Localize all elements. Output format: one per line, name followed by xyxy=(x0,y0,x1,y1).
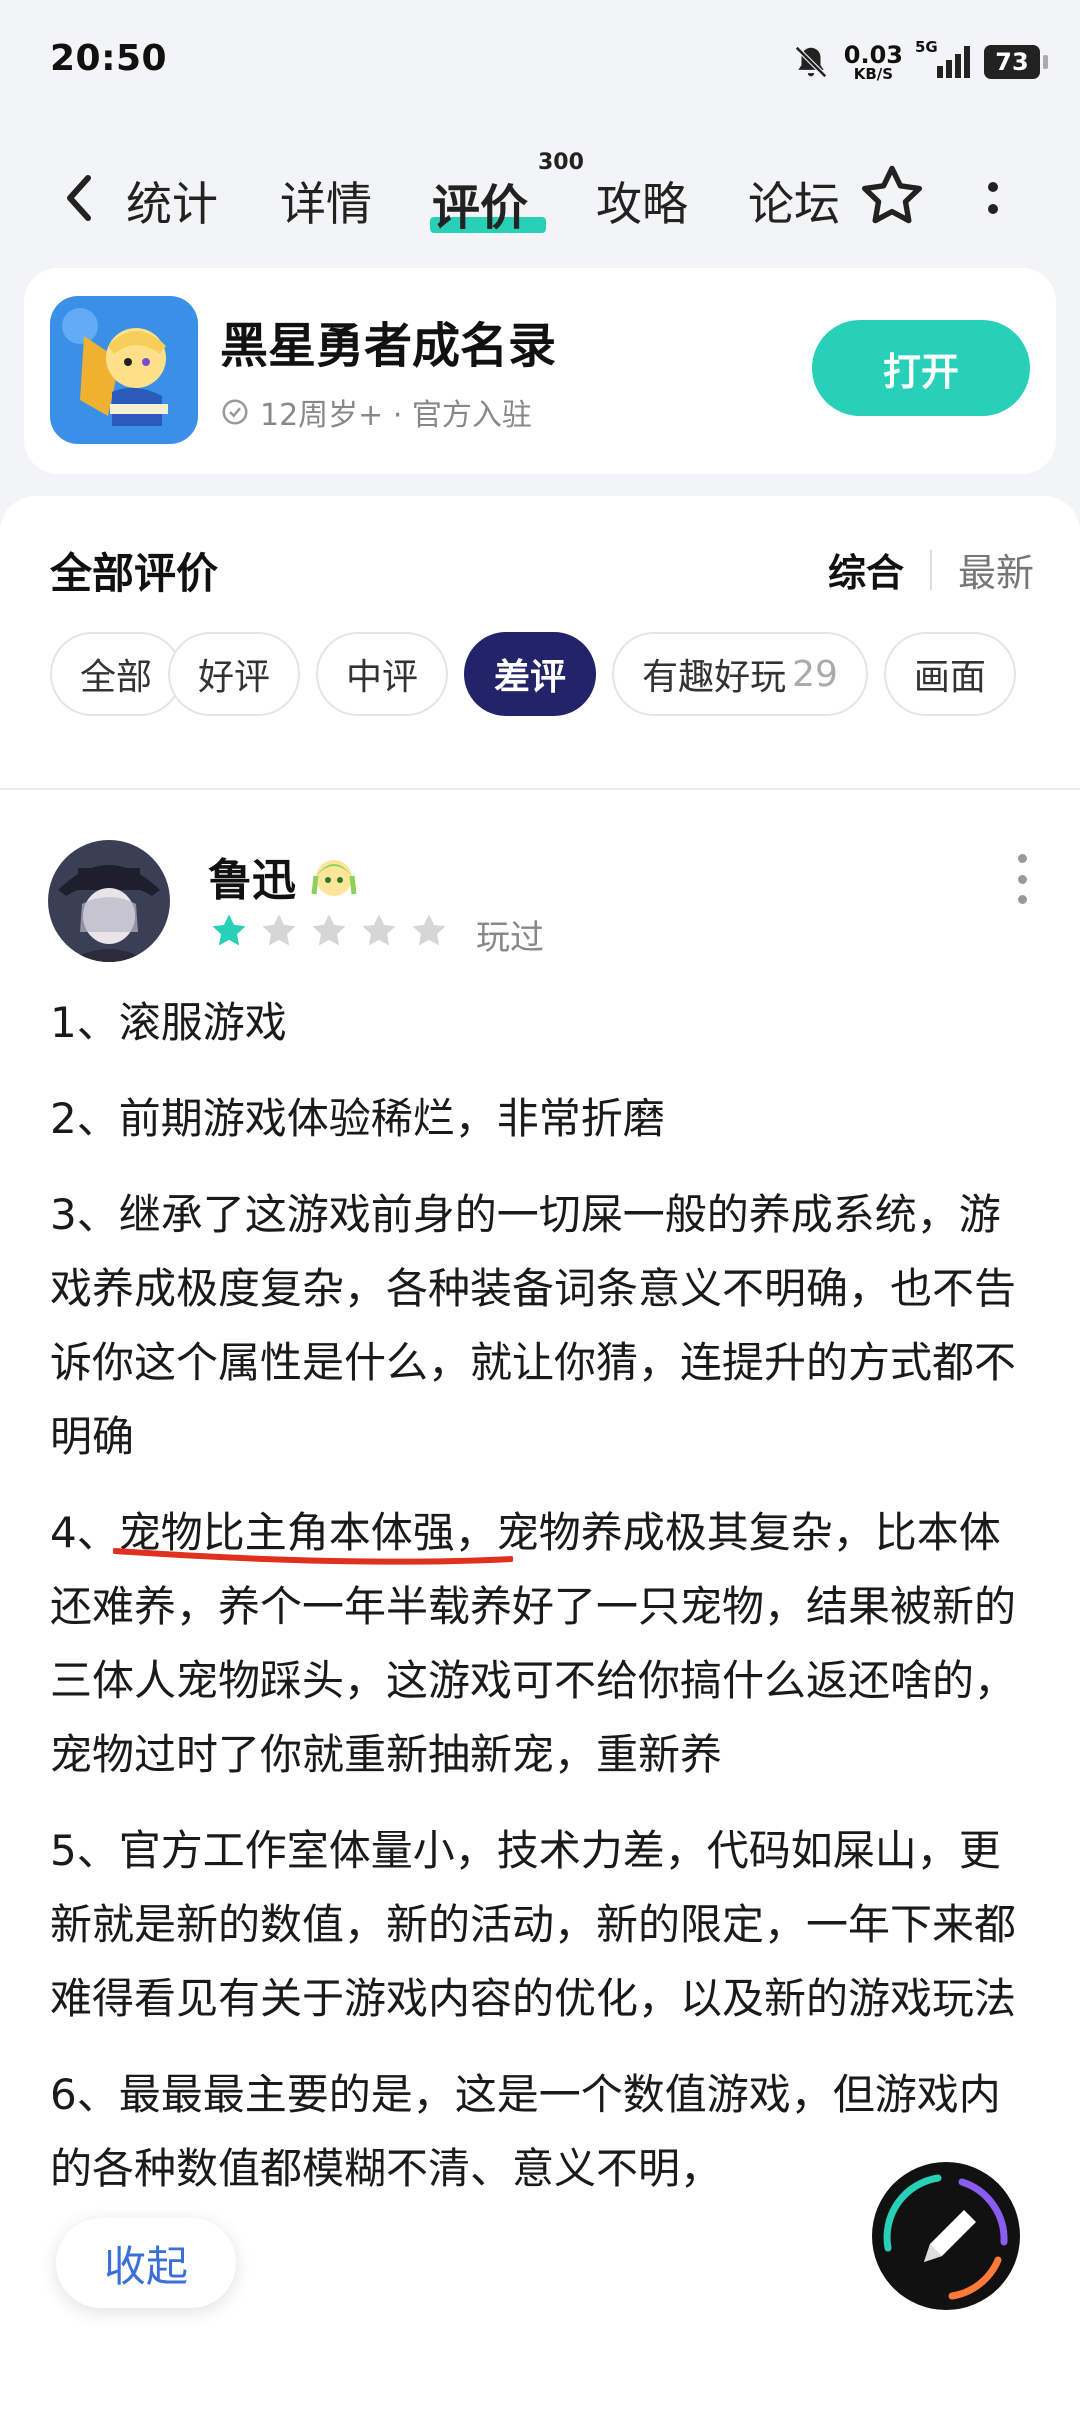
hand-drawn-underline: 宠物比主角本体强，宠物养 xyxy=(112,1508,623,1565)
avatar[interactable] xyxy=(48,840,170,962)
collapse-button[interactable]: 收起 xyxy=(56,2218,236,2308)
favorite-star-icon[interactable] xyxy=(856,160,928,232)
review-paragraph: 2、前期游戏体验稀烂，非常折磨 xyxy=(50,1094,665,1143)
game-logo xyxy=(50,296,198,444)
mute-bell-icon xyxy=(794,46,827,78)
rating-stars xyxy=(208,910,450,952)
reviews-panel: 全部评价 综合 最新 全部 好评 中评 差评 有趣好玩 29 画面 鲁迅 玩过 … xyxy=(0,496,1080,2414)
status-bar: 20:50 0.03 KB/S 5G 73 xyxy=(0,0,1080,120)
play-status: 玩过 xyxy=(476,918,544,958)
tab-reviews[interactable]: 评价 xyxy=(432,168,528,238)
open-game-button[interactable]: 打开 xyxy=(812,320,1030,416)
star-icon xyxy=(362,914,396,946)
review-more-icon[interactable] xyxy=(1016,854,1028,904)
battery-indicator: 73 xyxy=(984,45,1048,79)
tab-stats[interactable]: 统计 xyxy=(126,168,218,234)
tab-guides[interactable]: 攻略 xyxy=(596,168,688,234)
filter-graphics[interactable]: 画面 xyxy=(883,632,1016,716)
review-count-badge: 300 xyxy=(538,150,584,175)
review-paragraph: 4、宠物比主角本体强，宠物养 成极其复杂，比本体还难养，养个一年半载养好了一只宠物… xyxy=(50,1508,1017,1779)
game-subtitle: 12周岁+ · 官方入驻 xyxy=(220,390,532,434)
sort-toggle: 综合 最新 xyxy=(828,542,1034,597)
top-nav: 统计 详情 评价 300 攻略 论坛 xyxy=(0,150,1080,250)
divider xyxy=(0,788,1080,790)
star-icon xyxy=(312,914,346,946)
star-icon xyxy=(212,914,246,946)
back-arrow-icon[interactable] xyxy=(58,168,98,228)
section-title: 全部评价 xyxy=(50,549,219,598)
review-paragraph: 5、官方工作室体量小，技术力差，代码如屎山，更新就是新的数值，新的活动，新的限定… xyxy=(50,1826,1017,2023)
tab-forum[interactable]: 论坛 xyxy=(748,168,840,234)
signal-icon: 5G xyxy=(915,38,970,78)
filter-all[interactable]: 全部 xyxy=(50,632,183,716)
filter-fun[interactable]: 有趣好玩 29 xyxy=(612,632,868,716)
review-paragraph: 1、滚服游戏 xyxy=(50,998,287,1047)
filter-negative[interactable]: 差评 xyxy=(464,632,597,716)
status-time: 20:50 xyxy=(50,38,168,79)
sort-latest[interactable]: 最新 xyxy=(958,542,1034,597)
user-badge-icon xyxy=(311,860,357,896)
filter-chips: 全部 好评 中评 差评 有趣好玩 29 画面 xyxy=(50,632,1080,716)
filter-neutral[interactable]: 中评 xyxy=(316,632,449,716)
game-title: 黑星勇者成名录 xyxy=(220,318,557,374)
star-icon xyxy=(412,914,446,946)
verified-check-icon xyxy=(222,399,248,425)
filter-positive[interactable]: 好评 xyxy=(168,632,301,716)
game-card[interactable]: 黑星勇者成名录 12周岁+ · 官方入驻 打开 xyxy=(24,268,1056,474)
sort-comprehensive[interactable]: 综合 xyxy=(828,542,904,597)
star-icon xyxy=(262,914,296,946)
review-paragraph: 3、继承了这游戏前身的一切屎一般的养成系统，游戏养成极度复杂，各种装备词条意义不… xyxy=(50,1190,1017,1461)
net-speed: 0.03 KB/S xyxy=(843,40,903,83)
status-icons: 0.03 KB/S 5G 73 xyxy=(792,38,1048,86)
more-options-icon[interactable] xyxy=(980,168,1006,228)
tab-details[interactable]: 详情 xyxy=(280,168,372,234)
review-body: 1、滚服游戏 2、前期游戏体验稀烂，非常折磨 3、继承了这游戏前身的一切屎一般的… xyxy=(50,986,1030,2228)
write-review-fab[interactable] xyxy=(868,2158,1024,2314)
review-username[interactable]: 鲁迅 xyxy=(208,844,360,908)
